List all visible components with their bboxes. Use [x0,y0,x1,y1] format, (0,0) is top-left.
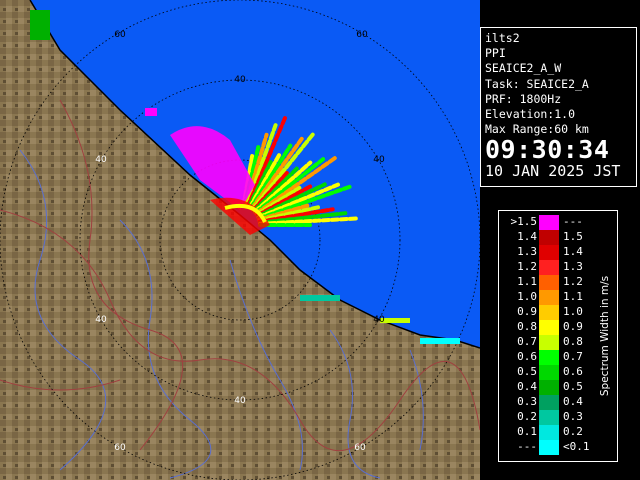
legend-lower-bound: 1.4 [517,230,537,243]
elevation-value: Elevation:1.0 [485,107,576,122]
legend-lower-bound: >1.5 [510,215,538,228]
legend-upper-bound: 1.4 [563,245,583,258]
legend-lower-bound: 1.1 [517,275,537,288]
legend-swatch [539,350,559,365]
legend-swatch [539,260,559,275]
ring-label: 60 [354,443,366,453]
legend-unit-label: Spectrum Width in m/s [594,211,616,461]
scan-date: 10 JAN 2025 JST [485,162,621,181]
legend-swatch [539,290,559,305]
legend-lower-bound: 0.3 [517,395,537,408]
legend-swatch [539,365,559,380]
radar-ppi-map: 60 60 40 40 40 40 40 60 40 60 [0,0,480,480]
legend-upper-bound: 0.7 [563,350,583,363]
legend-lower-bound: 1.3 [517,245,537,258]
legend-swatch [539,380,559,395]
legend-upper-bound: 0.4 [563,395,583,408]
legend-swatch [539,335,559,350]
legend-swatch [539,410,559,425]
legend-upper-bound: --- [563,215,583,228]
legend-lower-bound: 0.9 [517,305,537,318]
legend-upper-bound: 1.1 [563,290,583,303]
legend-swatch [539,305,559,320]
legend-upper-bound: 0.3 [563,410,583,423]
legend-lower-bound: 0.8 [517,320,537,333]
legend-lower-bound: 0.4 [517,380,537,393]
legend-swatch [539,425,559,440]
product-type: PPI [485,46,506,61]
site-name: ilts2 [485,31,520,45]
color-legend: >1.5 --- 1.4 1.5 1.3 1.4 1.2 1.3 1.1 1.2 1.0 1.1 0.9… [498,210,618,462]
legend-upper-bound: 1.2 [563,275,583,288]
ring-label: 40 [234,75,246,85]
ring-label: 60 [114,30,126,40]
legend-upper-bound: 0.5 [563,380,583,393]
legend-swatch [539,395,559,410]
prf-value: PRF: 1800Hz [485,91,562,106]
legend-upper-bound: <0.1 [563,440,590,453]
scan-time: 09:30:34 [485,135,610,165]
legend-swatch [539,215,559,230]
legend-lower-bound: --- [517,440,537,453]
ring-label: 40 [234,396,246,406]
legend-lower-bound: 0.5 [517,365,537,378]
legend-unit-text: Spectrum Width in m/s [599,275,611,397]
legend-lower-bound: 1.2 [517,260,537,273]
legend-upper-bound: 1.5 [563,230,583,243]
legend-upper-bound: 1.0 [563,305,583,318]
legend-swatch [539,230,559,245]
legend-upper-bound: 0.6 [563,365,583,378]
legend-upper-bound: 0.8 [563,335,583,348]
legend-lower-bound: 0.1 [517,425,537,438]
legend-lower-bound: 0.2 [517,410,537,423]
ring-label: 60 [356,30,368,40]
task-name: Task: SEAICE2_A [485,76,589,91]
ring-label: 60 [114,443,126,453]
scan-name: SEAICE2_A_W [485,61,562,76]
ring-label: 40 [95,155,107,165]
legend-upper-bound: 0.9 [563,320,583,333]
legend-lower-bound: 0.6 [517,350,537,363]
ring-label: 40 [373,155,385,165]
legend-lower-bound: 0.7 [517,335,537,348]
legend-swatch [539,320,559,335]
ring-label: 40 [95,315,107,325]
legend-swatch [539,440,559,455]
legend-upper-bound: 0.2 [563,425,583,438]
legend-lower-bound: 1.0 [517,290,537,303]
legend-upper-bound: 1.3 [563,260,583,273]
legend-swatch [539,275,559,290]
radar-info-panel: ilts2 PPI SEAICE2_A_W Task: SEAICE2_A PR… [480,27,637,187]
legend-swatch [539,245,559,260]
ring-label: 40 [373,315,385,325]
